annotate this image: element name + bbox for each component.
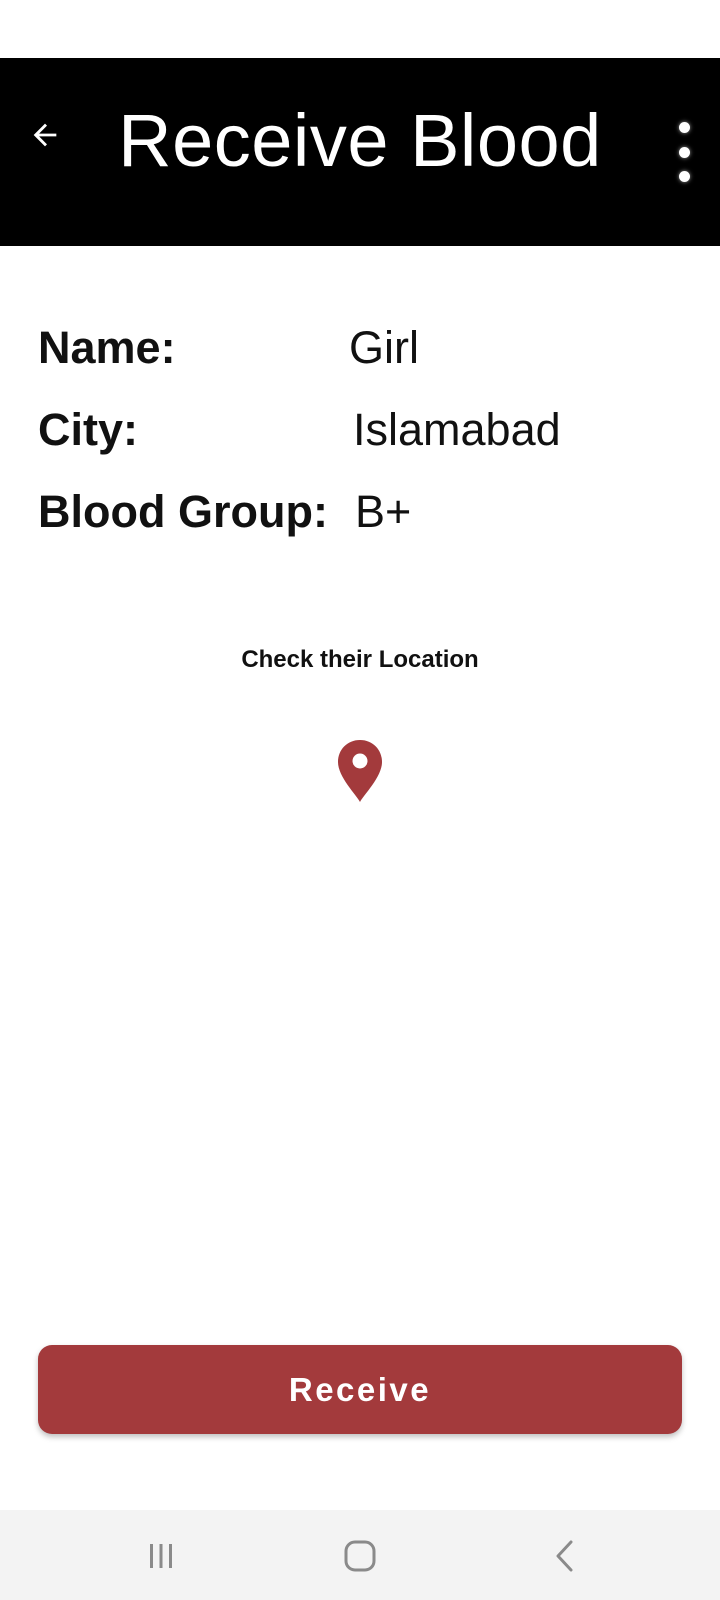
city-label: City: (38, 404, 138, 455)
more-vertical-icon (678, 122, 690, 133)
page-title: Receive Blood (118, 99, 602, 182)
more-vertical-icon-dot (678, 146, 690, 158)
home-icon (344, 1540, 376, 1572)
home-button[interactable] (342, 1536, 378, 1576)
location-caption: Check their Location (241, 646, 479, 673)
app-bar: Receive Blood (0, 58, 720, 246)
location-button[interactable] (334, 738, 386, 804)
recents-icon (150, 1544, 172, 1568)
blood-group-row: Blood Group: B+ (38, 486, 698, 546)
map-pin-icon (338, 740, 382, 802)
recents-button[interactable] (146, 1536, 176, 1576)
back-chevron-icon (556, 1540, 573, 1572)
name-label: Name: (38, 322, 176, 373)
status-bar (0, 0, 720, 58)
blood-group-value: B+ (355, 486, 412, 537)
more-vertical-icon-dot (678, 171, 690, 182)
name-value: Girl (349, 322, 419, 373)
receive-button[interactable]: Receive (38, 1345, 682, 1434)
overflow-menu-button[interactable] (664, 122, 704, 182)
city-row: City: Islamabad (38, 404, 698, 464)
system-navigation-bar (0, 1510, 720, 1600)
blood-group-label: Blood Group: (38, 486, 328, 537)
name-row: Name: Girl (38, 322, 698, 382)
receive-blood-screen: Receive Blood Name: Girl City: Islamabad… (0, 0, 720, 1600)
system-back-button[interactable] (550, 1536, 580, 1576)
city-value: Islamabad (353, 404, 561, 455)
